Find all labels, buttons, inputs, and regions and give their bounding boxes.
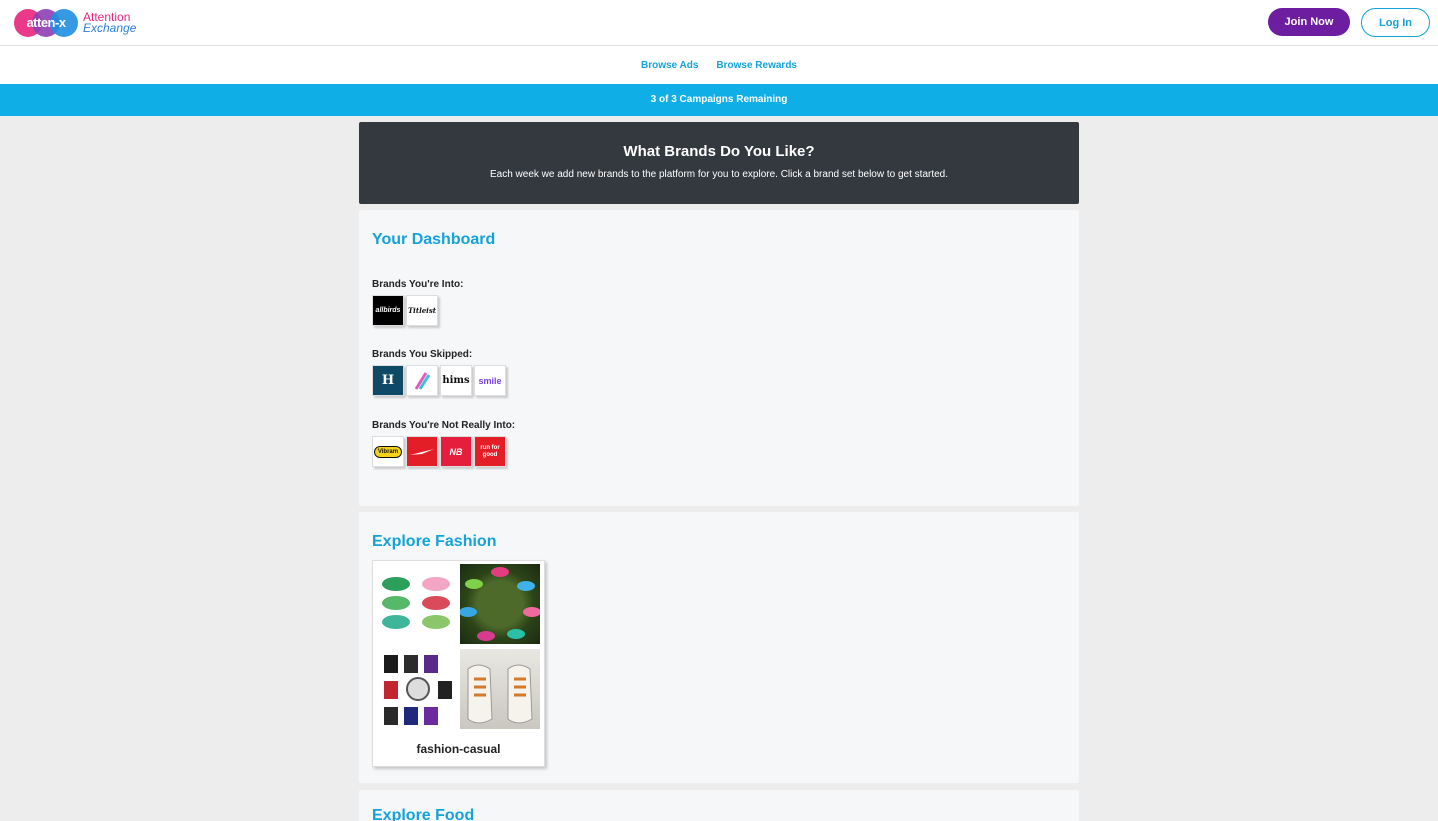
hero-panel: What Brands Do You Like? Each week we ad… (359, 122, 1079, 204)
dashboard-panel: Your Dashboard Brands You're Into: allbi… (359, 210, 1079, 506)
brand-tile-h[interactable]: H (372, 365, 404, 396)
brand-tile-red-swoosh[interactable] (406, 436, 438, 467)
brands-into-label: Brands You're Into: (372, 279, 464, 290)
brands-into-list: allbirds Titleist (372, 295, 438, 326)
whale-patterns-icon (382, 577, 450, 629)
logo-mark: atten-x (26, 15, 66, 30)
brands-skipped-label: Brands You Skipped: (372, 349, 473, 360)
brand-tile-allbirds[interactable]: allbirds (372, 295, 404, 326)
hero-subtitle: Each week we add new brands to the platf… (489, 169, 949, 180)
top-header: atten-x Attention Exchange Join Now Log … (0, 0, 1438, 46)
shoes-circle-icon (460, 567, 540, 641)
join-now-button[interactable]: Join Now (1268, 8, 1350, 36)
brand-tile-new-balance[interactable]: NB (440, 436, 472, 467)
stripes-logo-icon (414, 371, 430, 390)
campaigns-remaining-banner: 3 of 3 Campaigns Remaining (0, 84, 1438, 116)
hero-title: What Brands Do You Like? (623, 143, 815, 160)
explore-fashion-panel: Explore Fashion fashion-casual (359, 512, 1079, 783)
brands-skipped-list: H hims smile (372, 365, 506, 396)
brand-tile-smile[interactable]: smile (474, 365, 506, 396)
explore-food-title: Explore Food (372, 807, 475, 821)
browse-rewards-link[interactable]: Browse Rewards (716, 60, 797, 71)
fashion-casual-label: fashion-casual (416, 742, 501, 756)
brand-tile-stripes[interactable] (406, 365, 438, 396)
brand-tile-hims[interactable]: hims (440, 365, 472, 396)
polo-shirts-icon (384, 655, 452, 725)
swoosh-logo-icon (410, 448, 434, 455)
sneakers-icon (467, 664, 533, 724)
explore-fashion-title: Explore Fashion (372, 533, 497, 550)
brand-tile-vibram[interactable]: Vibram (372, 436, 404, 467)
polo-shirts-thumbnail (378, 649, 458, 729)
brands-not-into-label: Brands You're Not Really Into: (372, 420, 516, 431)
dashboard-title: Your Dashboard (372, 231, 496, 248)
atten-x-logo[interactable]: atten-x Attention Exchange (14, 8, 136, 38)
colorful-shoes-thumbnail (460, 564, 540, 644)
logo-badge-icon: atten-x (14, 9, 78, 37)
explore-food-panel: Explore Food (359, 790, 1079, 821)
logo-wordmark: Attention Exchange (83, 11, 137, 35)
vibram-logo: Vibram (373, 445, 403, 458)
whale-patterns-thumbnail (378, 564, 458, 644)
fashion-casual-card[interactable]: fashion-casual (372, 560, 545, 767)
log-in-button[interactable]: Log In (1361, 8, 1430, 37)
sub-navigation: Browse Ads Browse Rewards (0, 46, 1438, 84)
brands-not-into-list: Vibram NB run for good (372, 436, 506, 467)
brand-tile-titleist[interactable]: Titleist (406, 295, 438, 326)
logo-word-exchange: Exchange (83, 21, 137, 35)
sneakers-thumbnail (460, 649, 540, 729)
brand-tile-run-for-good[interactable]: run for good (474, 436, 506, 467)
browse-ads-link[interactable]: Browse Ads (641, 60, 698, 71)
